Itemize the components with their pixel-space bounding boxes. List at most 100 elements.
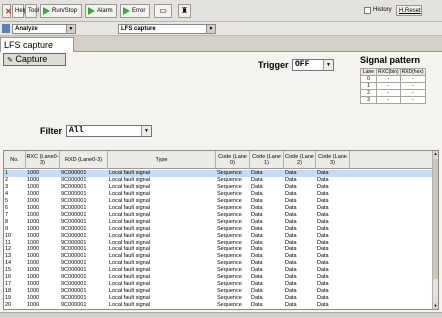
table-row[interactable]: 2 1000 9C000001 Local fault signal Sequence D…	[4, 177, 434, 184]
table-cell: Local fault signal	[109, 218, 150, 225]
table-row[interactable]: 15 1000 9C000001 Local fault signal Sequence…	[4, 267, 434, 274]
signal-pattern-cell: -	[376, 89, 401, 97]
table-row[interactable]: 12 1000 9C000001 Local fault signal Sequence…	[4, 246, 434, 253]
table-cell: Data	[251, 190, 263, 197]
table-cell: 1000	[27, 239, 40, 246]
column-header[interactable]: RXC (Lane0-3)	[26, 151, 60, 169]
table-cell: 18	[5, 288, 12, 295]
table-cell: Data	[251, 267, 263, 274]
column-header[interactable]: Code (Lane 1)	[250, 151, 284, 169]
person-icon[interactable]: ♜	[178, 4, 191, 18]
column-header[interactable]: Code (Lane 0)	[216, 151, 250, 169]
table-row[interactable]: 3 1000 9C000001 Local fault signal Sequence D…	[4, 184, 434, 191]
table-cell: Local fault signal	[109, 267, 150, 274]
table-cell: 1000	[27, 274, 40, 281]
h-reset-button[interactable]: H.Reset	[396, 5, 422, 16]
scroll-down-icon[interactable]: ▼	[433, 303, 438, 309]
capture-button[interactable]: ✎ Capture	[3, 53, 66, 66]
table-row[interactable]: 11 1000 9C000001 Local fault signal Sequence…	[4, 240, 434, 247]
signal-pattern-header: RXD(hex)	[399, 68, 426, 76]
table-cell: 9C000001	[61, 211, 87, 218]
table-cell: 14	[5, 260, 12, 267]
table-cell: 1000	[27, 170, 40, 176]
table-cell: Sequence	[217, 170, 242, 176]
table-cell: 2	[5, 176, 9, 183]
signal-pattern-cell: -	[376, 82, 401, 90]
table-cell: Local fault signal	[109, 197, 150, 204]
table-row[interactable]: 8 1000 9C000001 Local fault signal Sequence D…	[4, 219, 434, 226]
table-cell: Local fault signal	[109, 260, 150, 267]
table-cell: 9C000001	[61, 246, 87, 253]
run-stop-button[interactable]: Run/Stop	[40, 4, 82, 18]
table-row[interactable]: 1 1000 9C000001 Local fault signal Sequence D…	[4, 170, 434, 177]
table-row[interactable]: 7 1000 9C000001 Local fault signal Sequence D…	[4, 212, 434, 219]
screen-icon[interactable]: ▭	[154, 4, 172, 18]
column-header[interactable]: Type	[108, 151, 216, 169]
table-cell: 9C000001	[61, 170, 87, 176]
table-row[interactable]: 20 1000 9C000001 Local fault signal Sequence…	[4, 302, 434, 309]
table-row[interactable]: 5 1000 9C000001 Local fault signal Sequence D…	[4, 198, 434, 205]
column-header[interactable]: Code (Lane 2)	[284, 151, 316, 169]
table-row[interactable]: 19 1000 9C000001 Local fault signal Sequence…	[4, 295, 434, 302]
signal-pattern-cell: -	[376, 75, 401, 83]
table-cell: Data	[285, 302, 297, 309]
table-row[interactable]: 14 1000 9C000001 Local fault signal Sequence…	[4, 260, 434, 267]
filter-select[interactable]: All ▼	[66, 125, 152, 137]
table-cell: Data	[317, 295, 329, 302]
chevron-down-icon: ▼	[206, 25, 215, 33]
table-cell: 16	[5, 274, 12, 281]
table-cell: Local fault signal	[109, 170, 150, 176]
table-row[interactable]: 13 1000 9C000001 Local fault signal Sequence…	[4, 253, 434, 260]
table-cell: 4	[5, 190, 9, 197]
table-row[interactable]: 16 1000 9C000001 Local fault signal Sequence…	[4, 274, 434, 281]
table-cell: Data	[317, 281, 329, 288]
table-cell: 9C000001	[61, 218, 87, 225]
table-row[interactable]: 18 1000 9C000001 Local fault signal Sequence…	[4, 288, 434, 295]
table-cell: 1000	[27, 176, 40, 183]
tab-lfs-capture[interactable]: LFS capture	[0, 37, 74, 52]
table-cell: Data	[251, 281, 263, 288]
table-row[interactable]: 6 1000 9C000001 Local fault signal Sequence D…	[4, 205, 434, 212]
table-cell: Local fault signal	[109, 274, 150, 281]
table-cell: 19	[5, 295, 12, 302]
trigger-label: Trigger	[258, 60, 289, 70]
table-row[interactable]: 4 1000 9C000001 Local fault signal Sequence D…	[4, 191, 434, 198]
table-cell: Data	[251, 239, 263, 246]
table-cell: Local fault signal	[109, 288, 150, 295]
error-label: Error	[132, 8, 146, 14]
column-header[interactable]: RXD (Lane0-3)	[60, 151, 108, 169]
signal-pattern-row: 2--	[360, 89, 426, 97]
capture-table[interactable]: No. RXC (Lane0-3) RXD (Lane0-3) Type Code (L…	[3, 150, 439, 310]
table-cell: 9C000001	[61, 190, 87, 197]
table-cell: Local fault signal	[109, 204, 150, 211]
scroll-thumb[interactable]	[433, 159, 438, 279]
vertical-scrollbar[interactable]: ▲ ▼	[432, 151, 438, 309]
table-cell: Data	[285, 288, 297, 295]
capture-label: Capture	[15, 54, 48, 64]
signal-pattern-row: 1--	[360, 82, 426, 90]
history-checkbox[interactable]	[364, 7, 371, 14]
alarm-button[interactable]: Alarm	[85, 4, 117, 18]
column-header[interactable]: No.	[4, 151, 26, 169]
error-button[interactable]: Error	[120, 4, 150, 18]
table-cell: Local fault signal	[109, 176, 150, 183]
table-cell: Data	[285, 170, 297, 176]
table-cell: Data	[285, 183, 297, 190]
table-cell: Data	[317, 183, 329, 190]
table-cell: Data	[251, 225, 263, 232]
trigger-select[interactable]: OFF ▼	[292, 59, 334, 71]
table-row[interactable]: 10 1000 9C000001 Local fault signal Sequence…	[4, 233, 434, 240]
chevron-down-icon: ▼	[66, 25, 75, 33]
mode-select[interactable]: Analyze ▼	[12, 24, 76, 34]
tool-button[interactable]: Tool	[25, 4, 39, 18]
table-cell: Sequence	[217, 204, 242, 211]
function-select[interactable]: LFS capture ▼	[118, 24, 216, 34]
table-row[interactable]: 17 1000 9C000001 Local fault signal Sequence…	[4, 281, 434, 288]
scroll-up-icon[interactable]: ▲	[433, 151, 438, 157]
table-cell: Data	[251, 176, 263, 183]
table-cell: 1000	[27, 260, 40, 267]
column-header[interactable]: Code (Lane 3)	[316, 151, 350, 169]
table-row[interactable]: 9 1000 9C000001 Local fault signal Sequence D…	[4, 226, 434, 233]
table-cell: Data	[317, 260, 329, 267]
help-button[interactable]: Help	[12, 4, 27, 18]
